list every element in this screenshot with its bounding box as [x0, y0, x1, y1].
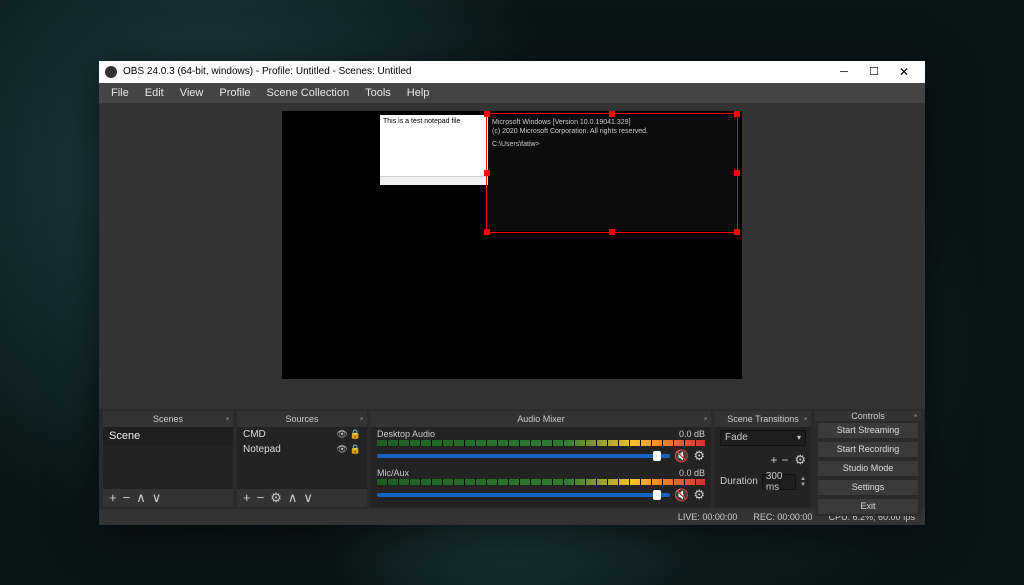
scenes-title: Scenes [153, 414, 183, 424]
lock-icon[interactable]: 🔒 [350, 429, 361, 440]
maximize-button[interactable]: ☐ [859, 62, 889, 82]
undock-icon[interactable]: ▪ [704, 414, 707, 423]
titlebar[interactable]: OBS 24.0.3 (64-bit, windows) - Profile: … [99, 61, 925, 83]
add-scene-button[interactable]: + [109, 491, 117, 504]
menu-scene-collection[interactable]: Scene Collection [259, 87, 358, 99]
studio-mode-button[interactable]: Studio Mode [817, 460, 919, 477]
mixer-body: Desktop Audio 0.0 dB 🔇 ⚙ Mic/Aux [371, 427, 711, 507]
controls-title: Controls [851, 411, 885, 421]
undock-icon[interactable]: ▪ [804, 414, 807, 423]
start-recording-button[interactable]: Start Recording [817, 441, 919, 458]
audio-mixer-panel: Audio Mixer ▪ Desktop Audio 0.0 dB 🔇 ⚙ [371, 411, 711, 507]
sources-title: Sources [285, 414, 318, 424]
transitions-title: Scene Transitions [727, 414, 799, 424]
cmd-line: Microsoft Windows [Version 10.0.19041.32… [492, 118, 732, 127]
transition-selected: Fade [725, 432, 748, 443]
visibility-icon[interactable]: 👁 [336, 444, 347, 455]
menu-profile[interactable]: Profile [211, 87, 258, 99]
spinner-down-icon[interactable]: ▼ [800, 482, 806, 488]
sources-panel: Sources ▪ CMD 👁🔒 Notepad 👁🔒 + − ⚙ ∧ [237, 411, 367, 507]
source-item[interactable]: CMD 👁🔒 [237, 427, 367, 442]
transition-select[interactable]: Fade ▾ [720, 430, 806, 446]
status-rec: REC: 00:00:00 [753, 512, 812, 522]
cmd-line: (c) 2020 Microsoft Corporation. All righ… [492, 127, 732, 136]
remove-scene-button[interactable]: − [123, 491, 131, 504]
preview-area: This is a test notepad file Microsoft Wi… [99, 103, 925, 409]
mute-icon[interactable]: 🔇 [674, 488, 689, 502]
move-down-button[interactable]: ∨ [152, 491, 162, 504]
audio-meter [377, 479, 705, 485]
remove-transition-button[interactable]: − [781, 453, 788, 467]
move-up-button[interactable]: ∧ [288, 491, 298, 504]
duration-value: 300 ms [766, 471, 792, 493]
obs-window: OBS 24.0.3 (64-bit, windows) - Profile: … [99, 61, 925, 525]
source-cmd-preview[interactable]: Microsoft Windows [Version 10.0.19041.32… [488, 115, 736, 231]
track-db: 0.0 dB [679, 429, 705, 439]
source-label: CMD [243, 429, 266, 440]
source-item[interactable]: Notepad 👁🔒 [237, 442, 367, 457]
source-label: Notepad [243, 444, 281, 455]
mixer-title: Audio Mixer [517, 414, 565, 424]
scenes-list[interactable]: Scene [103, 427, 233, 489]
menu-edit[interactable]: Edit [137, 87, 172, 99]
undock-icon[interactable]: ▪ [360, 414, 363, 423]
status-bar: LIVE: 00:00:00 REC: 00:00:00 CPU: 6.2%, … [99, 509, 925, 525]
window-title: OBS 24.0.3 (64-bit, windows) - Profile: … [123, 66, 411, 77]
mute-icon[interactable]: 🔇 [674, 449, 689, 463]
gear-icon[interactable]: ⚙ [794, 452, 806, 468]
visibility-icon[interactable]: 👁 [336, 429, 347, 440]
add-transition-button[interactable]: + [770, 453, 777, 467]
duration-label: Duration [720, 476, 758, 487]
notepad-text: This is a test notepad file [383, 118, 460, 125]
obs-icon [105, 66, 117, 78]
scene-item[interactable]: Scene [103, 427, 233, 445]
lock-icon[interactable]: 🔒 [350, 444, 361, 455]
undock-icon[interactable]: ▪ [914, 411, 917, 420]
source-properties-button[interactable]: ⚙ [270, 491, 282, 504]
remove-source-button[interactable]: − [257, 491, 265, 504]
undock-icon[interactable]: ▪ [226, 414, 229, 423]
move-up-button[interactable]: ∧ [136, 491, 146, 504]
move-down-button[interactable]: ∨ [303, 491, 313, 504]
mixer-track: Desktop Audio 0.0 dB 🔇 ⚙ [371, 427, 711, 466]
menu-tools[interactable]: Tools [357, 87, 399, 99]
chevron-down-icon: ▾ [797, 433, 801, 442]
exit-button[interactable]: Exit [817, 498, 919, 515]
scenes-panel: Scenes ▪ Scene + − ∧ ∨ [103, 411, 233, 507]
controls-panel: Controls ▪ Start Streaming Start Recordin… [815, 411, 921, 507]
add-source-button[interactable]: + [243, 491, 251, 504]
track-name: Desktop Audio [377, 429, 435, 439]
menubar: File Edit View Profile Scene Collection … [99, 83, 925, 103]
track-db: 0.0 dB [679, 468, 705, 478]
duration-input[interactable]: 300 ms [762, 474, 796, 490]
mixer-track: Mic/Aux 0.0 dB 🔇 ⚙ [371, 466, 711, 505]
track-name: Mic/Aux [377, 468, 409, 478]
settings-button[interactable]: Settings [817, 479, 919, 496]
cmd-line: C:\Users\fatiw> [492, 140, 732, 149]
gear-icon[interactable]: ⚙ [693, 448, 705, 464]
volume-slider[interactable] [377, 493, 670, 497]
sources-list[interactable]: CMD 👁🔒 Notepad 👁🔒 [237, 427, 367, 489]
audio-meter [377, 440, 705, 446]
menu-help[interactable]: Help [399, 87, 438, 99]
gear-icon[interactable]: ⚙ [693, 487, 705, 503]
preview-canvas[interactable]: This is a test notepad file Microsoft Wi… [282, 111, 742, 379]
volume-slider[interactable] [377, 454, 670, 458]
start-streaming-button[interactable]: Start Streaming [817, 422, 919, 439]
status-live: LIVE: 00:00:00 [678, 512, 738, 522]
menu-view[interactable]: View [172, 87, 212, 99]
transitions-panel: Scene Transitions ▪ Fade ▾ + − ⚙ [715, 411, 811, 507]
minimize-button[interactable]: ─ [829, 62, 859, 82]
menu-file[interactable]: File [103, 87, 137, 99]
close-button[interactable]: ✕ [889, 62, 919, 82]
